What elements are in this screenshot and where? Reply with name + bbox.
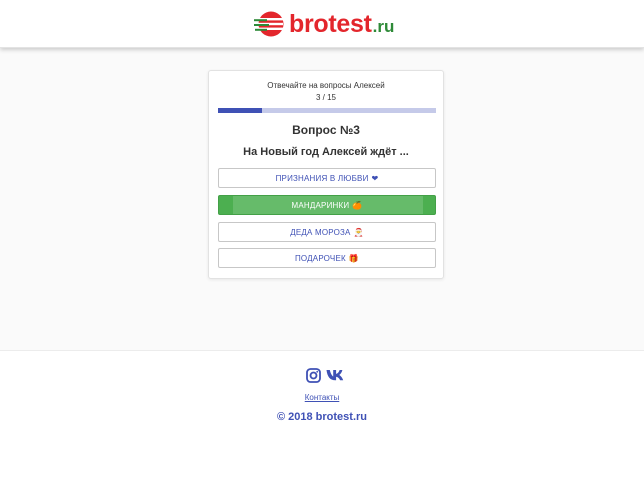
logo-text: brotest	[289, 9, 372, 38]
social-links	[306, 368, 346, 383]
answer-button-gift[interactable]: ПОДАРОЧЕК 🎁	[218, 248, 436, 268]
question-counter: 3 / 15	[315, 93, 336, 102]
santa-icon: 🎅	[353, 227, 364, 237]
answer-label: МАНДАРИНКИ	[291, 200, 350, 210]
vk-link[interactable]	[326, 369, 346, 382]
site-header: brotest .ru	[0, 0, 644, 48]
brotest-logo-icon	[254, 11, 284, 37]
quiz-subtitle: Отвечайте на вопросы Алексей	[267, 81, 385, 90]
question-text: На Новый год Алексей ждёт ...	[243, 146, 409, 158]
answer-label: ПРИЗНАНИЯ В ЛЮБВИ	[275, 173, 369, 183]
question-number: Вопрос №3	[292, 123, 360, 137]
logo-tld: .ru	[372, 17, 395, 36]
site-footer: Контакты © 2018 brotest.ru	[0, 350, 644, 480]
answer-label: ПОДАРОЧЕК	[294, 253, 346, 263]
answer-button-love[interactable]: ПРИЗНАНИЯ В ЛЮБВИ ❤	[218, 168, 436, 188]
contacts-link[interactable]: Контакты	[0, 393, 644, 402]
quiz-progress-bar	[218, 108, 436, 113]
instagram-link[interactable]	[306, 368, 321, 383]
answer-button-santa[interactable]: ДЕДА МОРОЗА 🎅	[218, 222, 436, 242]
gift-icon: 🎁	[348, 253, 360, 263]
copyright-text: © 2018 brotest.ru	[276, 411, 368, 423]
heart-icon: ❤	[371, 173, 379, 183]
instagram-icon	[306, 368, 321, 383]
vk-icon	[326, 370, 344, 381]
quiz-progress-fill	[218, 108, 262, 113]
tangerine-icon: 🍊	[352, 200, 363, 210]
answer-label: ДЕДА МОРОЗА	[290, 227, 351, 237]
quiz-card: Отвечайте на вопросы Алексей 3 / 15 Вопр…	[208, 70, 444, 279]
answer-button-tangerines[interactable]: МАНДАРИНКИ 🍊	[218, 195, 436, 215]
site-logo-link[interactable]: brotest .ru	[254, 9, 394, 39]
